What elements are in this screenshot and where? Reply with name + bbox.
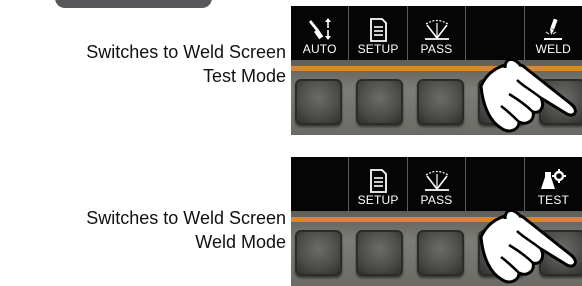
softkey-label: PASS xyxy=(420,42,453,56)
step1-caption-line2: Test Mode xyxy=(202,66,286,86)
auto-torch-icon xyxy=(308,18,331,40)
softkey-label: PASS xyxy=(420,193,453,207)
pass-fan-icon xyxy=(424,170,449,191)
test-flask-gear-icon xyxy=(541,169,567,189)
step2-caption-line1: Switches to Weld Screen xyxy=(86,208,286,228)
weld-torch-icon xyxy=(544,18,563,40)
hardware-button-3[interactable] xyxy=(417,230,464,276)
step1-caption: Switches to Weld Screen Test Mode xyxy=(0,40,286,88)
softkey-blank[interactable] xyxy=(291,157,350,211)
step1-caption-line1: Switches to Weld Screen xyxy=(86,42,286,62)
hardware-button-1[interactable] xyxy=(295,230,342,276)
hardware-button-2[interactable] xyxy=(356,79,403,125)
softkey-pass[interactable]: PASS xyxy=(408,157,467,211)
hardware-button-3[interactable] xyxy=(417,79,464,125)
step2-caption-line2: Weld Mode xyxy=(195,232,286,252)
top-tab-fragment xyxy=(55,0,212,8)
step1-control-panel: AUTO SETUP PASS WELD xyxy=(291,6,582,135)
hardware-button-2[interactable] xyxy=(356,230,403,276)
setup-document-icon xyxy=(370,18,388,42)
step2-control-panel: SETUP PASS TEST xyxy=(291,157,582,286)
softkey-label: AUTO xyxy=(302,42,337,56)
softkey-pass[interactable]: PASS xyxy=(408,6,467,60)
pointing-hand-icon xyxy=(479,209,577,284)
step2-caption: Switches to Weld Screen Weld Mode xyxy=(0,206,286,254)
softkey-label: SETUP xyxy=(357,42,399,56)
softkey-auto[interactable]: AUTO xyxy=(291,6,350,60)
softkey-label: SETUP xyxy=(357,193,399,207)
pointing-hand-icon xyxy=(479,58,577,133)
hardware-button-1[interactable] xyxy=(295,79,342,125)
pass-fan-icon xyxy=(424,19,449,40)
setup-document-icon xyxy=(370,169,388,193)
softkey-setup[interactable]: SETUP xyxy=(349,157,408,211)
softkey-setup[interactable]: SETUP xyxy=(349,6,408,60)
